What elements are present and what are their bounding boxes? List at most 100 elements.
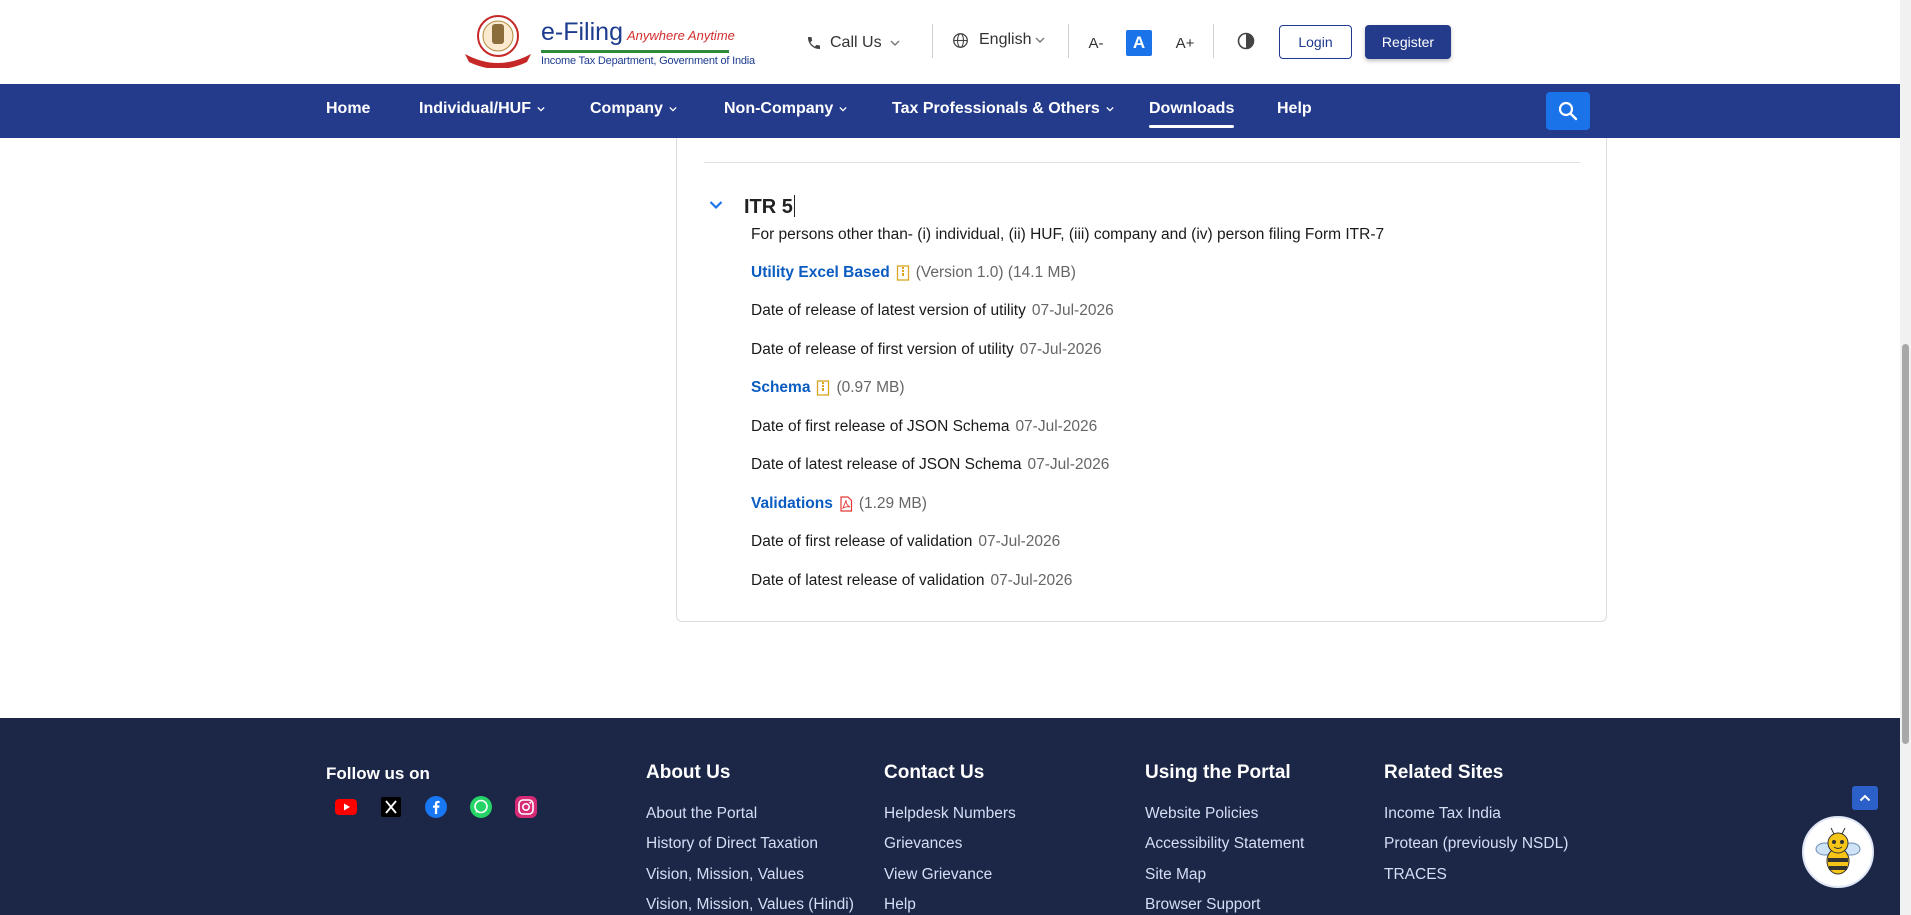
footer-link[interactable]: View Grievance — [884, 866, 992, 884]
schema-latest-date: 07-Jul-2026 — [1027, 456, 1110, 473]
validation-latest-label: Date of latest release of validation — [751, 572, 985, 589]
facebook-icon[interactable] — [423, 794, 449, 820]
validation-first-date: 07-Jul-2026 — [978, 533, 1061, 550]
language-label: English — [979, 31, 1032, 48]
nav-company[interactable]: Company — [590, 100, 677, 118]
font-increase-button[interactable]: A+ — [1172, 30, 1198, 56]
footer-portal-title: Using the Portal — [1145, 762, 1291, 783]
instagram-icon[interactable] — [513, 794, 539, 820]
brand-tagline: Anywhere Anytime — [626, 28, 735, 43]
zip-file-icon[interactable] — [816, 380, 830, 396]
chevron-up-icon — [1859, 794, 1871, 802]
utility-row: Utility Excel Based (Version 1.0) (14.1 … — [751, 264, 1076, 282]
chevron-down-icon — [537, 106, 545, 112]
nav-help[interactable]: Help — [1277, 100, 1312, 118]
nav-home[interactable]: Home — [326, 100, 370, 118]
top-header: e-Filing Anywhere Anytime Income Tax Depa… — [0, 0, 1900, 84]
utility-first-label: Date of release of first version of util… — [751, 341, 1014, 358]
chevron-down-icon — [839, 106, 847, 112]
footer-link[interactable]: Browser Support — [1145, 896, 1260, 914]
youtube-icon[interactable] — [333, 794, 359, 820]
pdf-file-icon[interactable] — [839, 496, 853, 512]
follow-us-heading: Follow us on — [326, 764, 430, 783]
contrast-icon — [1237, 32, 1255, 50]
chatbot-bee-icon — [1815, 827, 1861, 875]
nav-non-company[interactable]: Non-Company — [724, 100, 847, 118]
language-selector[interactable]: English — [952, 31, 1045, 49]
login-button[interactable]: Login — [1279, 25, 1352, 59]
header-divider — [1213, 24, 1214, 58]
chevron-down-icon — [669, 106, 677, 112]
main-navbar: Home Individual/HUF Company Non-Company … — [0, 84, 1900, 138]
footer-link[interactable]: Site Map — [1145, 866, 1206, 884]
footer-link[interactable]: Vision, Mission, Values — [646, 866, 804, 884]
footer-link[interactable]: Income Tax India — [1384, 805, 1501, 823]
call-us-dropdown[interactable]: Call Us — [806, 34, 900, 52]
utility-latest-row: Date of release of latest version of uti… — [751, 302, 1114, 320]
schema-link[interactable]: Schema — [751, 379, 810, 397]
footer-link[interactable]: Helpdesk Numbers — [884, 805, 1016, 823]
nav-tax-professionals[interactable]: Tax Professionals & Others — [892, 100, 1114, 118]
schema-latest-row: Date of latest release of JSON Schema 07… — [751, 456, 1109, 474]
zip-file-icon[interactable] — [896, 265, 910, 281]
utility-excel-link[interactable]: Utility Excel Based — [751, 264, 890, 282]
schema-first-label: Date of first release of JSON Schema — [751, 418, 1010, 435]
brand-underline — [541, 50, 729, 53]
footer-link[interactable]: Vision, Mission, Values (Hindi) — [646, 896, 854, 914]
search-button[interactable] — [1546, 92, 1590, 130]
schema-meta: (0.97 MB) — [836, 379, 905, 396]
schema-first-row: Date of first release of JSON Schema 07-… — [751, 418, 1097, 436]
schema-latest-label: Date of latest release of JSON Schema — [751, 456, 1022, 473]
chevron-down-icon — [1106, 106, 1114, 112]
register-button[interactable]: Register — [1365, 25, 1451, 59]
brand-title: e-Filing Anywhere Anytime — [541, 18, 735, 46]
nav-downloads[interactable]: Downloads — [1149, 100, 1235, 128]
text-caret — [793, 195, 796, 217]
footer-link[interactable]: About the Portal — [646, 805, 757, 823]
utility-latest-date: 07-Jul-2026 — [1031, 302, 1114, 319]
validations-link[interactable]: Validations — [751, 495, 833, 513]
validation-first-row: Date of first release of validation 07-J… — [751, 533, 1060, 551]
font-decrease-button[interactable]: A- — [1083, 30, 1109, 56]
footer-link[interactable]: History of Direct Taxation — [646, 835, 818, 853]
header-divider — [1068, 24, 1069, 58]
footer-link[interactable]: Accessibility Statement — [1145, 835, 1304, 853]
card-divider — [704, 162, 1580, 163]
footer-link[interactable]: Protean (previously NSDL) — [1384, 835, 1568, 853]
accordion-chevron-icon[interactable] — [709, 200, 723, 210]
nav-individual-huf[interactable]: Individual/HUF — [419, 100, 545, 118]
utility-meta: (Version 1.0) (14.1 MB) — [915, 264, 1076, 281]
search-icon — [1558, 101, 1578, 121]
scrollbar-thumb[interactable] — [1902, 344, 1909, 744]
validations-meta: (1.29 MB) — [858, 495, 927, 512]
whatsapp-icon[interactable] — [468, 794, 494, 820]
x-icon[interactable] — [378, 794, 404, 820]
font-normal-button[interactable]: A — [1126, 30, 1152, 56]
validation-latest-row: Date of latest release of validation 07-… — [751, 572, 1072, 590]
footer-link[interactable]: Grievances — [884, 835, 962, 853]
footer-contact-title: Contact Us — [884, 762, 985, 783]
call-us-label: Call Us — [830, 34, 882, 51]
globe-icon — [953, 32, 968, 48]
footer-link[interactable]: Help — [884, 896, 916, 914]
efiling-logo[interactable]: e-Filing Anywhere Anytime Income Tax Depa… — [461, 14, 755, 70]
validation-first-label: Date of first release of validation — [751, 533, 973, 550]
scroll-to-top-button[interactable] — [1852, 786, 1878, 810]
header-divider — [932, 24, 933, 58]
itr-accordion-card: ITR 5 For persons other than- (i) indivi… — [676, 138, 1607, 622]
footer-link[interactable]: Website Policies — [1145, 805, 1258, 823]
contrast-toggle-button[interactable] — [1236, 31, 1256, 56]
itr-title[interactable]: ITR 5 — [744, 195, 796, 219]
site-footer: Follow us on About Us About the Portal H… — [0, 718, 1900, 915]
validation-latest-date: 07-Jul-2026 — [990, 572, 1073, 589]
schema-row: Schema (0.97 MB) — [751, 379, 905, 397]
utility-first-date: 07-Jul-2026 — [1019, 341, 1102, 358]
chevron-down-icon — [1035, 37, 1045, 43]
brand-subtitle: Income Tax Department, Government of Ind… — [541, 55, 755, 67]
footer-link[interactable]: TRACES — [1384, 866, 1447, 884]
chevron-down-icon — [890, 40, 900, 46]
chatbot-button[interactable] — [1802, 816, 1874, 888]
utility-latest-label: Date of release of latest version of uti… — [751, 302, 1026, 319]
schema-first-date: 07-Jul-2026 — [1015, 418, 1098, 435]
validations-row: Validations (1.29 MB) — [751, 495, 927, 513]
